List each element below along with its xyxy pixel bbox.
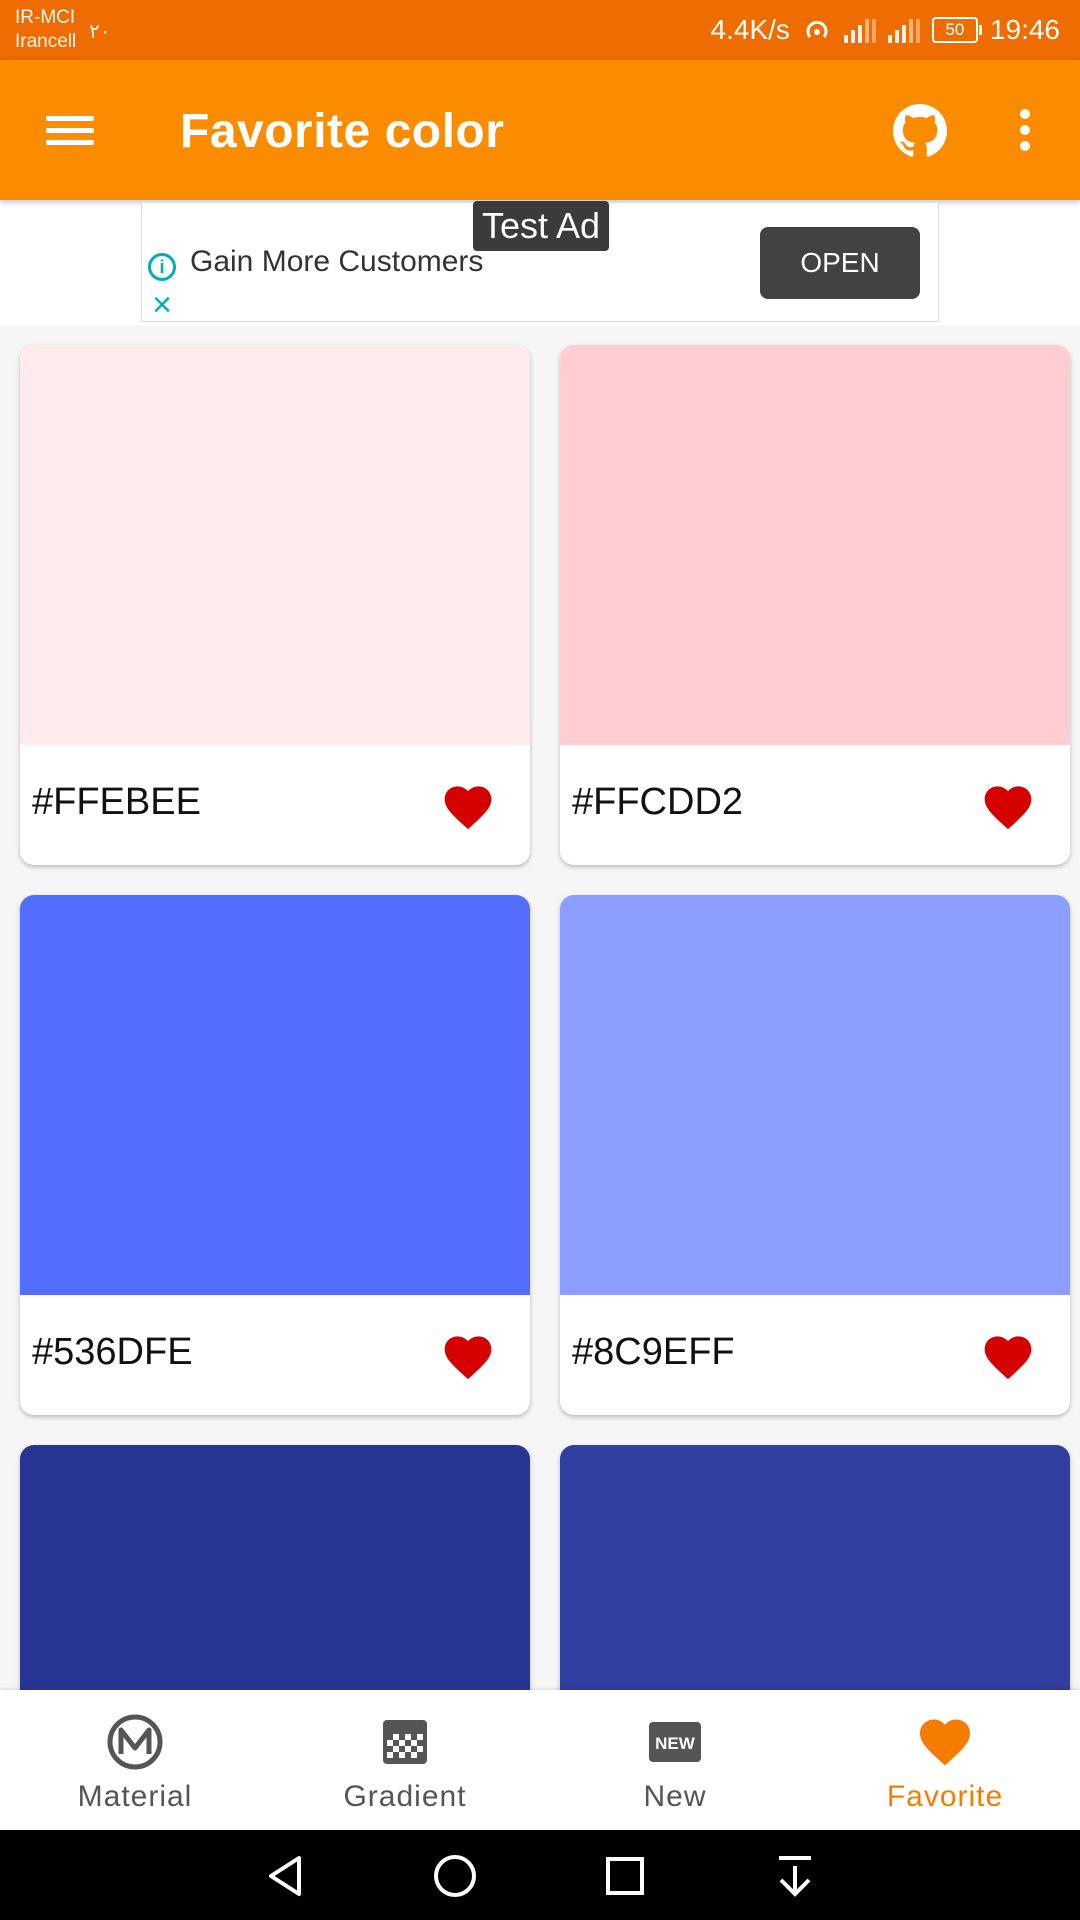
color-hex-label: #FFEBEE <box>32 781 201 823</box>
more-options-icon[interactable] <box>1005 105 1045 155</box>
nav-label-gradient: Gradient <box>343 1780 467 1813</box>
status-indicators: 4.4K/s 50 19:46 <box>711 10 1060 50</box>
new-icon: NEW <box>649 1722 701 1762</box>
status-bar: IR-MCI Irancell ۲۰ 4.4K/s 50 19:46 <box>0 0 1080 60</box>
color-card[interactable]: #8C9EFF <box>560 895 1070 1415</box>
heart-icon[interactable] <box>980 1329 1036 1381</box>
hotspot-icon <box>806 20 828 38</box>
carrier-extra: ۲۰ <box>89 21 111 43</box>
color-swatch[interactable] <box>560 1445 1070 1690</box>
color-card[interactable]: #FFCDD2 <box>560 345 1070 865</box>
network-speed: 4.4K/s <box>710 14 790 45</box>
color-card[interactable] <box>20 1445 530 1690</box>
color-swatch[interactable] <box>560 345 1070 745</box>
material-icon <box>107 1714 163 1770</box>
carrier-name-1: IR-MCI <box>15 7 76 28</box>
color-swatch[interactable] <box>20 1445 530 1690</box>
color-hex-label: #FFCDD2 <box>572 781 744 823</box>
back-icon[interactable] <box>255 1850 315 1902</box>
ad-banner[interactable]: Test Ad i × Gain More Customers OPEN <box>141 201 939 322</box>
color-card[interactable]: #536DFE <box>20 895 530 1415</box>
new-icon-text: NEW <box>655 1734 696 1753</box>
color-swatch[interactable] <box>560 895 1070 1295</box>
heart-icon[interactable] <box>440 779 496 831</box>
app-bar: Favorite color <box>0 60 1080 200</box>
heart-icon <box>920 1719 970 1766</box>
battery-icon: 50 <box>931 17 982 43</box>
favorite-color-grid[interactable]: #FFEBEE #FFCDD2 #536DFE #8C9EFF <box>0 325 1080 1690</box>
nav-item-material[interactable]: Material <box>0 1690 270 1830</box>
close-icon[interactable]: × <box>148 288 176 322</box>
menu-icon[interactable] <box>40 105 100 155</box>
page-title: Favorite color <box>180 105 505 158</box>
nav-item-gradient[interactable]: Gradient <box>270 1690 540 1830</box>
carrier-name-2: Irancell <box>15 31 77 52</box>
color-card[interactable] <box>560 1445 1070 1690</box>
ad-label: Test Ad <box>473 201 609 251</box>
color-swatch[interactable] <box>20 895 530 1295</box>
nav-item-new[interactable]: NEW New <box>540 1690 810 1830</box>
recents-icon[interactable] <box>595 1850 655 1902</box>
signal-icon <box>843 17 876 43</box>
heart-icon[interactable] <box>440 1329 496 1381</box>
system-navigation-bar <box>0 1830 1080 1920</box>
nav-label-new: New <box>643 1780 707 1813</box>
gradient-icon <box>383 1720 427 1764</box>
carrier-info: IR-MCI Irancell ۲۰ <box>15 6 110 54</box>
color-hex-label: #536DFE <box>32 1331 193 1373</box>
github-icon[interactable] <box>893 104 947 158</box>
info-icon[interactable]: i <box>148 253 176 281</box>
nav-item-favorite[interactable]: Favorite <box>810 1690 1080 1830</box>
home-icon[interactable] <box>425 1850 485 1902</box>
color-swatch[interactable] <box>20 345 530 745</box>
signal-4g-icon <box>887 17 920 43</box>
ad-open-button[interactable]: OPEN <box>760 227 920 299</box>
color-hex-label: #8C9EFF <box>572 1331 735 1373</box>
nav-label-material: Material <box>77 1780 193 1813</box>
nav-label-favorite: Favorite <box>886 1780 1004 1813</box>
notification-pull-icon[interactable] <box>765 1850 825 1902</box>
heart-icon[interactable] <box>980 779 1036 831</box>
ad-headline: Gain More Customers <box>190 245 484 278</box>
clock: 19:46 <box>989 14 1060 45</box>
bottom-navigation: Material Gradient NEW New Favorite <box>0 1690 1080 1830</box>
color-card[interactable]: #FFEBEE <box>20 345 530 865</box>
